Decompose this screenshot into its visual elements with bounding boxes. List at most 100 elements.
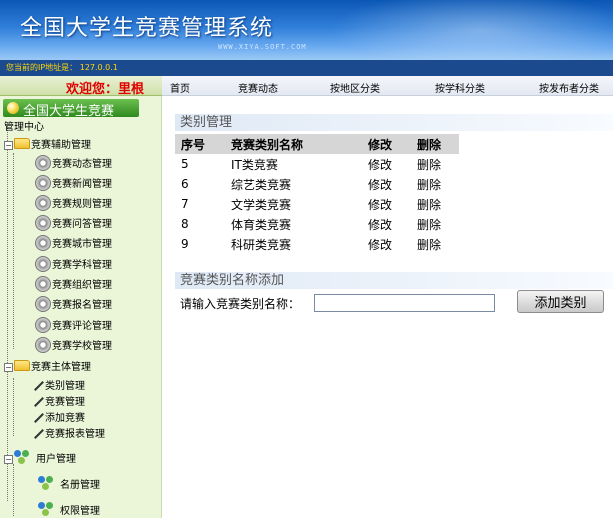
sidebar-item-org[interactable]: 竞赛组织管理 [35, 276, 112, 293]
category-table: 序号 竞赛类别名称 修改 删除 5 IT类竞赛 修改 删除 6 综艺类竞赛 修改… [175, 134, 459, 254]
tree-line [13, 464, 14, 516]
tree-line [13, 153, 14, 349]
welcome-bar: 欢迎您：里根 [0, 76, 162, 97]
sidebar-item-label: 竞赛规则管理 [52, 199, 112, 210]
nav-by-region[interactable]: 按地区分类 [330, 80, 380, 95]
sidebar-item-rules[interactable]: 竞赛规则管理 [35, 195, 112, 212]
users-icon [14, 450, 32, 464]
table-row: 6 综艺类竞赛 修改 删除 [175, 174, 459, 194]
header-banner: 全国大学生竞赛管理系统 WWW.XIYA.SOFT.COM [0, 0, 613, 60]
edit-link[interactable]: 修改 [362, 214, 411, 234]
tree-group-aux[interactable]: − 竞赛辅助管理 [4, 138, 91, 153]
gear-icon [35, 155, 51, 171]
sidebar-item-label: 竞赛管理 [45, 397, 85, 408]
edit-link[interactable]: 修改 [362, 194, 411, 214]
edit-link[interactable]: 修改 [362, 154, 411, 174]
nav-by-subject[interactable]: 按学科分类 [435, 80, 485, 95]
gear-icon [35, 337, 51, 353]
pencil-icon [33, 411, 44, 422]
sidebar-item-contest[interactable]: 竞赛管理 [33, 395, 85, 410]
sidebar-item-label: 添加竞赛 [45, 413, 85, 424]
ip-address-text: 您当前的IP地址是： 127.0.0.1 [6, 63, 118, 72]
sidebar-item-permissions[interactable]: 权限管理 [38, 502, 100, 518]
gear-icon [35, 215, 51, 231]
cell-id: 6 [181, 177, 189, 191]
tree-line [13, 378, 14, 436]
users-icon [38, 476, 56, 490]
edit-link[interactable]: 修改 [362, 234, 411, 254]
nav-by-publisher[interactable]: 按发布者分类 [539, 80, 599, 95]
sidebar-item-add-contest[interactable]: 添加竞赛 [33, 411, 85, 426]
sidebar-item-news[interactable]: 竞赛新闻管理 [35, 175, 112, 192]
sidebar-item-label: 竞赛评论管理 [52, 321, 112, 332]
add-section-title: 竞赛类别名称添加 [175, 272, 613, 289]
banner-glow [330, 0, 613, 60]
sidebar-item-roster[interactable]: 名册管理 [38, 476, 100, 493]
sidebar-item-subject[interactable]: 竞赛学科管理 [35, 256, 112, 273]
collapse-icon[interactable]: − [4, 363, 13, 372]
folder-open-icon [14, 138, 30, 149]
collapse-icon[interactable]: − [4, 141, 13, 150]
tree-group-users[interactable]: − 用户管理 [4, 450, 76, 467]
add-category-button[interactable]: 添加类别 [517, 290, 604, 313]
group-label: 竞赛主体管理 [31, 362, 91, 373]
folder-open-icon [14, 360, 30, 371]
cell-id: 5 [181, 157, 189, 171]
sidebar-item-dynamic[interactable]: 竞赛动态管理 [35, 155, 112, 172]
table-row: 9 科研类竞赛 修改 删除 [175, 234, 459, 254]
group-label: 竞赛辅助管理 [31, 140, 91, 151]
table-row: 7 文学类竞赛 修改 删除 [175, 194, 459, 214]
table-row: 8 体育类竞赛 修改 删除 [175, 214, 459, 234]
tree-root[interactable]: 管理中心 [4, 121, 44, 135]
app-title: 全国大学生竞赛管理系统 [20, 16, 274, 41]
tree-line [7, 126, 8, 501]
sidebar-item-comments[interactable]: 竞赛评论管理 [35, 317, 112, 334]
delete-link[interactable]: 删除 [411, 174, 459, 194]
cell-name: IT类竞赛 [231, 157, 278, 172]
delete-link[interactable]: 删除 [411, 154, 459, 174]
category-name-input[interactable] [314, 294, 495, 312]
sidebar-item-label: 竞赛城市管理 [52, 239, 112, 250]
gear-icon [35, 256, 51, 272]
collapse-icon[interactable]: − [4, 455, 13, 464]
sidebar-item-signup[interactable]: 竞赛报名管理 [35, 296, 112, 313]
sidebar-item-label: 竞赛组织管理 [52, 280, 112, 291]
col-name: 竞赛类别名称 [225, 134, 362, 154]
sidebar-item-city[interactable]: 竞赛城市管理 [35, 235, 112, 252]
gear-icon [35, 296, 51, 312]
sidebar-item-school[interactable]: 竞赛学校管理 [35, 337, 112, 354]
table-header-row: 序号 竞赛类别名称 修改 删除 [175, 134, 459, 154]
sidebar-item-label: 名册管理 [60, 480, 100, 491]
sidebar-item-report[interactable]: 竞赛报表管理 [33, 427, 105, 442]
gear-icon [35, 276, 51, 292]
sidebar-item-label: 竞赛报表管理 [45, 429, 105, 440]
sidebar-item-category[interactable]: 类别管理 [33, 379, 85, 394]
tree-group-main[interactable]: − 竞赛主体管理 [4, 360, 91, 375]
delete-link[interactable]: 删除 [411, 214, 459, 234]
cell-name: 科研类竞赛 [231, 237, 292, 252]
sidebar-header: 全国大学生竞赛 [3, 99, 139, 119]
pencil-icon [33, 395, 44, 406]
nav-home[interactable]: 首页 [170, 80, 190, 95]
banner-watermark: WWW.XIYA.SOFT.COM [218, 43, 307, 51]
cell-name: 体育类竞赛 [231, 217, 292, 232]
sidebar-header-label: 全国大学生竞赛 [23, 104, 115, 119]
welcome-text: 欢迎您：里根 [65, 82, 144, 97]
gear-icon [35, 175, 51, 191]
section-title: 类别管理 [175, 114, 613, 131]
sidebar: 全国大学生竞赛 管理中心 − 竞赛辅助管理 竞赛动态管理 竞赛新闻管理 竞赛规则管… [0, 96, 162, 518]
top-nav: 首页 竞赛动态 按地区分类 按学科分类 按发布者分类 [162, 76, 613, 96]
table-row: 5 IT类竞赛 修改 删除 [175, 154, 459, 174]
nav-news[interactable]: 竞赛动态 [238, 80, 278, 95]
cell-name: 文学类竞赛 [231, 197, 292, 212]
tree-root-label: 管理中心 [4, 122, 44, 133]
cell-id: 9 [181, 237, 189, 251]
col-edit: 修改 [362, 134, 411, 154]
delete-link[interactable]: 删除 [411, 194, 459, 214]
sidebar-item-label: 竞赛报名管理 [52, 300, 112, 311]
input-label: 请输入竞赛类别名称： [180, 297, 301, 311]
delete-link[interactable]: 删除 [411, 234, 459, 254]
sidebar-item-qa[interactable]: 竞赛问答管理 [35, 215, 112, 232]
sidebar-item-label: 类别管理 [45, 381, 85, 392]
edit-link[interactable]: 修改 [362, 174, 411, 194]
